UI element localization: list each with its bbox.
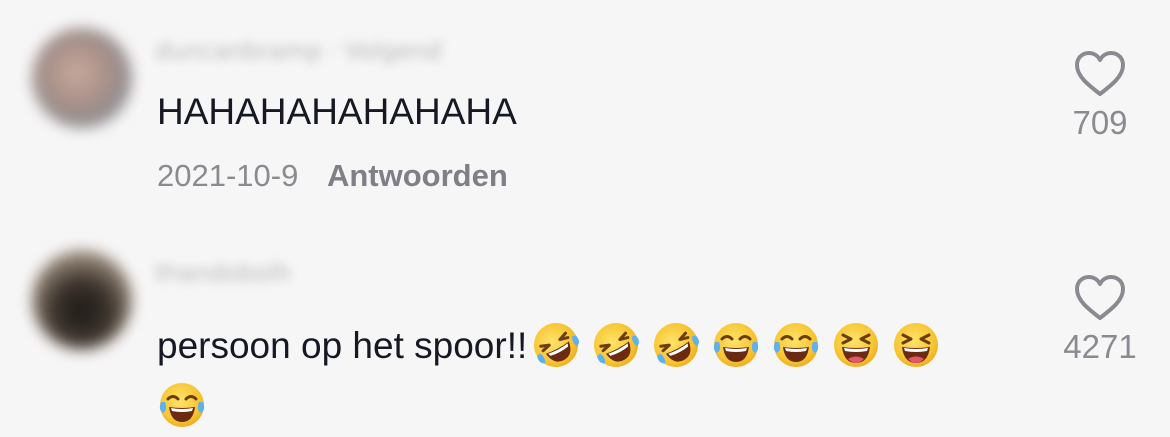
avatar[interactable] — [32, 28, 132, 128]
like-button[interactable]: 709 — [1055, 50, 1145, 142]
comment-item[interactable]: duncanbramp · Volgend HAHAHAHAHAHAHA 202… — [0, 0, 1170, 220]
comment-meta: 2021-10-9 Antwoorden — [157, 158, 508, 194]
comment-item[interactable]: thandobolh persoon op het spoor!! 4271 — [0, 230, 1170, 437]
username[interactable]: duncanbramp · Volgend — [155, 36, 441, 66]
avatar[interactable] — [32, 250, 132, 350]
tears-of-joy-emoji — [771, 320, 821, 370]
squinting-laugh-emoji — [891, 320, 941, 370]
rofl-emoji — [591, 320, 641, 370]
heart-icon[interactable] — [1073, 50, 1127, 98]
username[interactable]: thandobolh — [155, 258, 291, 288]
rofl-emoji — [531, 320, 581, 370]
squinting-laugh-emoji — [831, 320, 881, 370]
comment-text: HAHAHAHAHAHAHA — [157, 91, 517, 132]
like-count: 709 — [1072, 104, 1128, 141]
like-count: 4271 — [1063, 328, 1137, 365]
heart-icon[interactable] — [1073, 274, 1127, 322]
reply-button[interactable]: Antwoorden — [327, 158, 508, 193]
tears-of-joy-emoji — [157, 380, 207, 430]
comment-text-body: persoon op het spoor!! — [157, 325, 528, 366]
rofl-emoji — [651, 320, 701, 370]
comment-text: persoon op het spoor!! — [157, 316, 997, 436]
comment-date: 2021-10-9 — [157, 158, 299, 193]
tears-of-joy-emoji — [711, 320, 761, 370]
like-button[interactable]: 4271 — [1055, 274, 1145, 366]
